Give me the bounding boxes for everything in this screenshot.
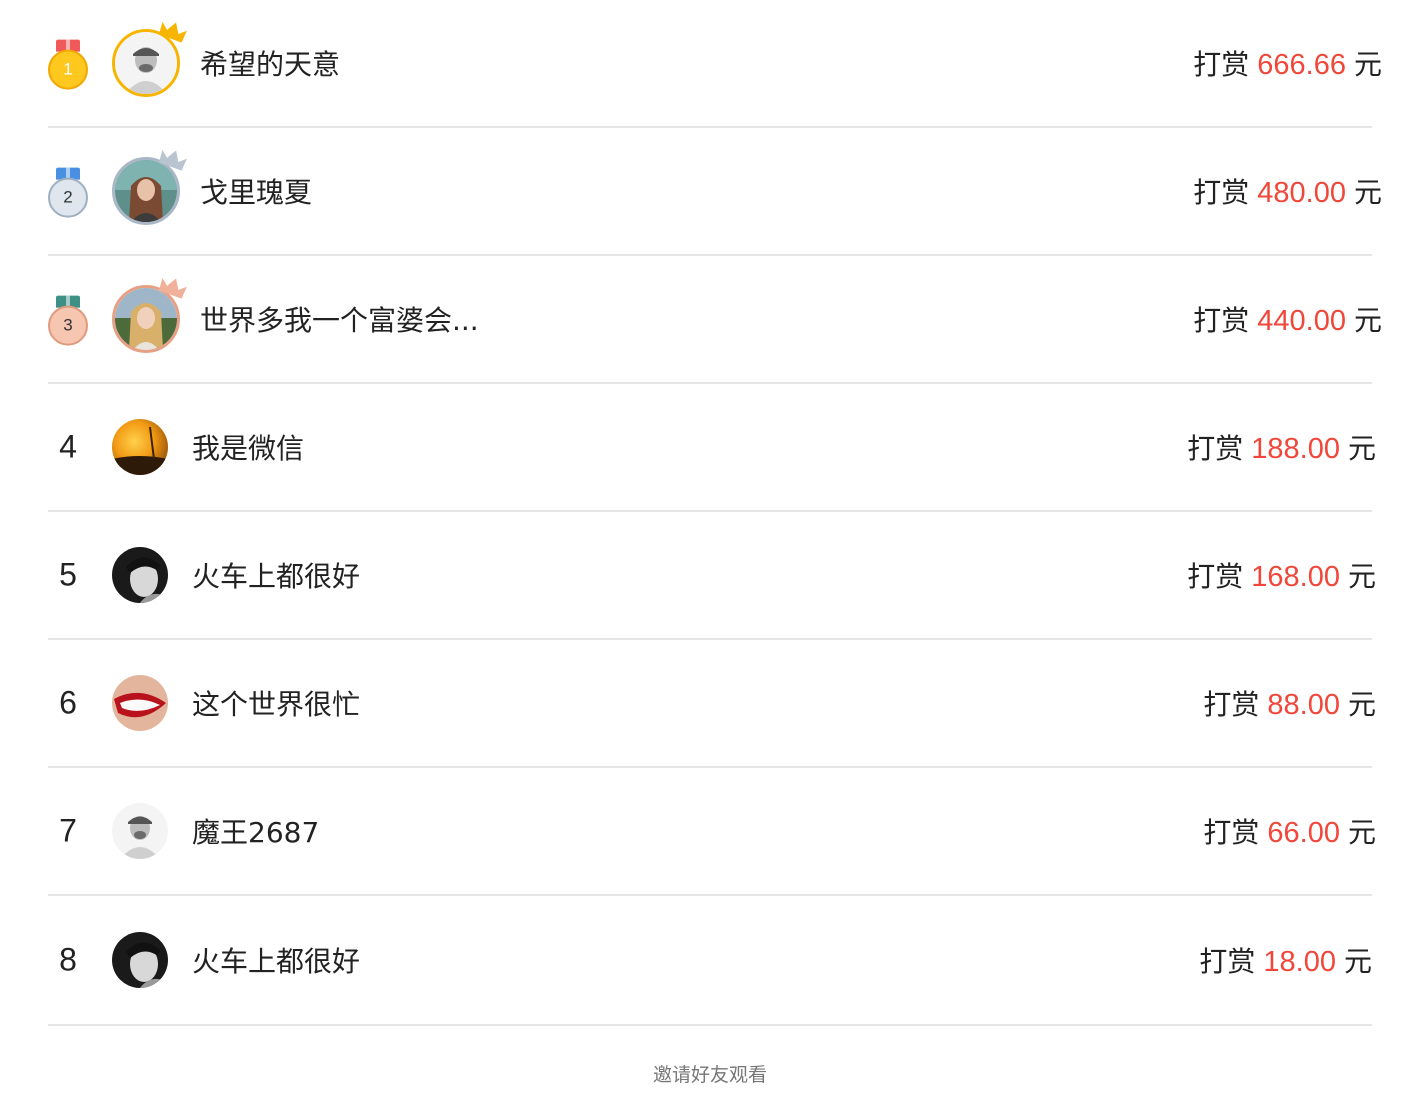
user-photo	[112, 547, 168, 603]
reward-label: 打赏	[1193, 304, 1250, 337]
user-photo	[112, 675, 168, 731]
crown-icon	[158, 21, 187, 43]
crown-icon	[158, 149, 187, 171]
avatar[interactable]	[112, 419, 168, 475]
reward-ranking-list: 1 希望的天意 打赏 666.66 元 2 戈里瑰夏 打赏 480.00 元 3…	[48, 0, 1382, 1026]
avatar[interactable]	[112, 277, 187, 353]
amount-value: 66.00	[1267, 817, 1340, 849]
rank-number: 5	[59, 556, 77, 593]
avatar[interactable]	[112, 932, 168, 988]
user-photo	[112, 803, 168, 859]
reward-amount: 打赏 666.66 元	[1193, 43, 1382, 83]
ranking-row[interactable]: 6 这个世界很忙 打赏 88.00 元	[48, 640, 1376, 768]
avatar[interactable]	[112, 547, 168, 603]
amount-value: 666.66	[1257, 49, 1346, 81]
user-name: 火车上都很好	[192, 560, 361, 593]
user-name: 希望的天意	[200, 48, 341, 81]
reward-amount: 打赏 440.00 元	[1193, 299, 1382, 339]
silver-medal-icon: 2	[48, 167, 88, 220]
user-name: 世界多我一个富婆会...	[200, 304, 479, 337]
bronze-medal-icon: 3	[48, 295, 88, 348]
rank-number: 6	[59, 684, 77, 721]
avatar[interactable]	[112, 21, 187, 97]
reward-label: 打赏	[1203, 816, 1260, 849]
reward-label: 打赏	[1203, 688, 1260, 721]
reward-amount: 打赏 168.00 元	[1187, 555, 1376, 595]
currency-unit: 元	[1347, 688, 1376, 721]
avatar[interactable]	[112, 803, 168, 859]
currency-unit: 元	[1347, 432, 1376, 465]
amount-value: 188.00	[1251, 433, 1340, 465]
ranking-row[interactable]: 4 我是微信 打赏 188.00 元	[48, 384, 1376, 512]
reward-amount: 打赏 66.00 元	[1203, 811, 1376, 851]
ranking-row[interactable]: 5 火车上都很好 打赏 168.00 元	[48, 512, 1376, 640]
currency-unit: 元	[1343, 945, 1372, 978]
amount-value: 168.00	[1251, 561, 1340, 593]
user-name: 戈里瑰夏	[200, 176, 313, 209]
currency-unit: 元	[1353, 176, 1382, 209]
reward-amount: 打赏 188.00 元	[1187, 427, 1376, 467]
reward-label: 打赏	[1193, 176, 1250, 209]
ranking-row[interactable]: 2 戈里瑰夏 打赏 480.00 元	[48, 128, 1382, 256]
rank-number: 7	[59, 812, 77, 849]
avatar[interactable]	[112, 675, 168, 731]
currency-unit: 元	[1353, 48, 1382, 81]
amount-value: 440.00	[1257, 305, 1346, 337]
user-name: 火车上都很好	[192, 945, 361, 978]
reward-label: 打赏	[1187, 560, 1244, 593]
user-photo	[112, 419, 168, 475]
reward-amount: 打赏 88.00 元	[1203, 683, 1376, 723]
amount-value: 18.00	[1263, 946, 1336, 978]
ranking-row[interactable]: 8 火车上都很好 打赏 18.00 元	[48, 896, 1372, 1026]
ranking-row[interactable]: 3 世界多我一个富婆会... 打赏 440.00 元	[48, 256, 1382, 384]
user-name: 魔王2687	[192, 816, 320, 849]
reward-label: 打赏	[1199, 945, 1256, 978]
ranking-row[interactable]: 1 希望的天意 打赏 666.66 元	[48, 0, 1382, 128]
amount-value: 88.00	[1267, 689, 1340, 721]
currency-unit: 元	[1347, 560, 1376, 593]
rank-number: 4	[59, 428, 77, 465]
currency-unit: 元	[1353, 304, 1382, 337]
currency-unit: 元	[1347, 816, 1376, 849]
reward-label: 打赏	[1193, 48, 1250, 81]
gold-medal-icon: 1	[48, 39, 88, 92]
reward-label: 打赏	[1187, 432, 1244, 465]
user-name: 这个世界很忙	[192, 688, 361, 721]
avatar[interactable]	[112, 149, 187, 225]
ranking-row[interactable]: 7 魔王2687 打赏 66.00 元	[48, 768, 1376, 896]
amount-value: 480.00	[1257, 177, 1346, 209]
reward-amount: 打赏 480.00 元	[1193, 171, 1382, 211]
crown-icon	[158, 277, 187, 299]
user-photo	[112, 932, 168, 988]
reward-amount: 打赏 18.00 元	[1199, 940, 1372, 980]
user-name: 我是微信	[192, 432, 305, 465]
invite-friends-link[interactable]: 邀请好友观看	[0, 1060, 1420, 1087]
rank-number: 8	[59, 941, 77, 978]
